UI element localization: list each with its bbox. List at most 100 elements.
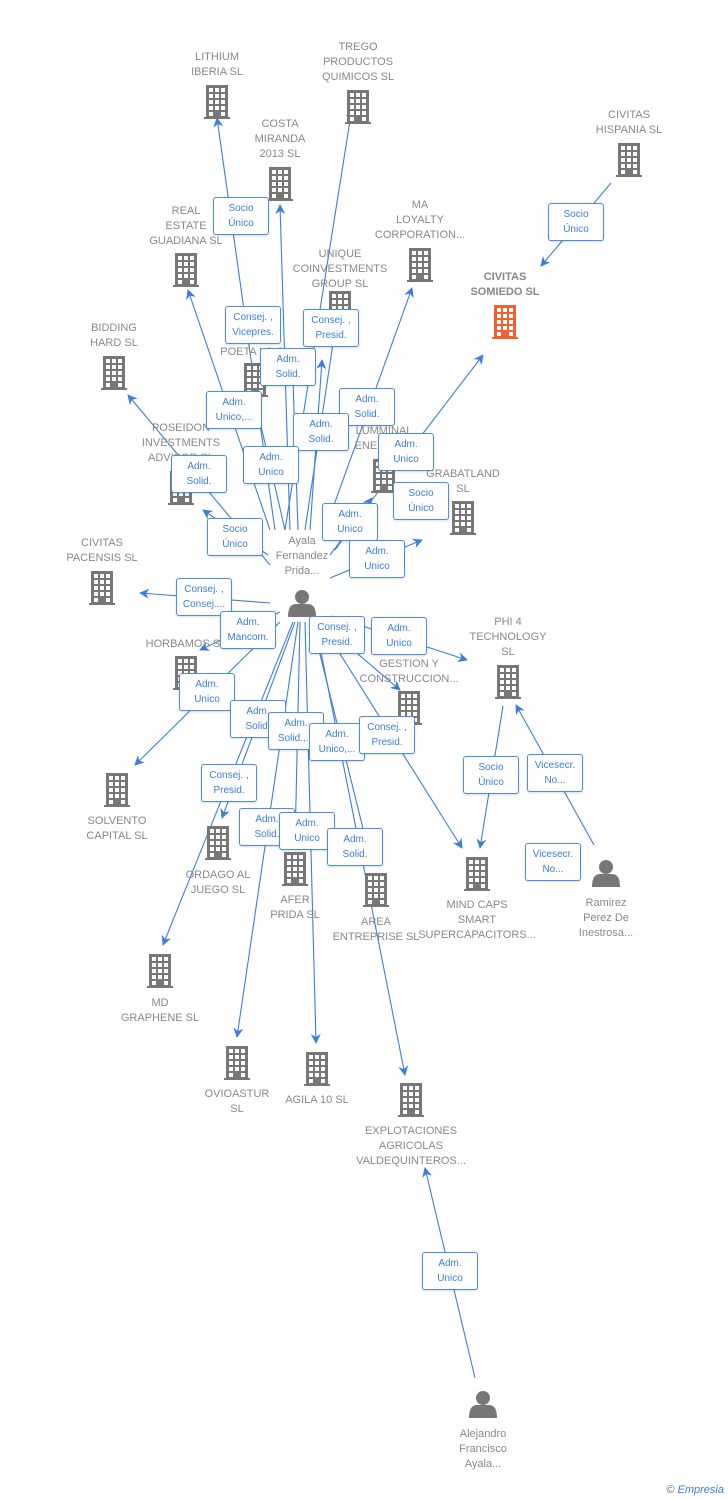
node-area[interactable]: AREA ENTREPRISE SL xyxy=(333,873,420,943)
role-label[interactable]: Vicesecr. No... xyxy=(525,843,581,881)
role-label[interactable]: Adm. Solid. xyxy=(327,828,383,866)
node-phi4[interactable]: PHI 4 TECHNOLOGY SL xyxy=(469,616,547,699)
node-solvento[interactable]: SOLVENTO CAPITAL SL xyxy=(86,773,148,842)
node-label[interactable]: POSEIDON xyxy=(152,422,210,434)
node-mindcaps[interactable]: MIND CAPS SMART SUPERCAPACITORS... xyxy=(418,857,536,941)
empresia-logo[interactable]: © Empresia xyxy=(666,1484,724,1496)
role-label[interactable]: Adm. Unico xyxy=(322,503,378,541)
node-label[interactable]: CIVITAS xyxy=(81,537,123,549)
building-icon[interactable] xyxy=(224,1046,250,1080)
node-label[interactable]: LOYALTY xyxy=(396,214,445,226)
node-label[interactable]: PRIDA SL xyxy=(270,909,320,921)
node-lithium[interactable]: LITHIUM IBERIA SL xyxy=(191,51,243,119)
role-label[interactable]: Consej. , Presid. xyxy=(309,616,365,654)
role-label[interactable]: Consej. , Presid. xyxy=(303,309,359,347)
building-icon[interactable] xyxy=(464,857,490,891)
role-label[interactable]: Consej. , Presid. xyxy=(201,764,257,802)
building-icon[interactable] xyxy=(398,1083,424,1117)
node-label[interactable]: SL xyxy=(501,646,514,658)
node-label[interactable]: PRODUCTOS xyxy=(323,56,393,68)
node-label[interactable]: 2013 SL xyxy=(260,148,301,160)
node-label[interactable]: INVESTMENTS xyxy=(142,437,220,449)
node-label[interactable]: IBERIA SL xyxy=(191,66,243,78)
building-icon[interactable] xyxy=(89,571,115,605)
node-label[interactable]: COINVESTMENTS xyxy=(293,263,388,275)
node-costa[interactable]: COSTA MIRANDA 2013 SL xyxy=(255,118,306,201)
node-label[interactable]: Fernandez xyxy=(276,550,329,562)
node-civitas-somiedo[interactable]: CIVITAS SOMIEDO SL xyxy=(470,271,540,339)
node-label[interactable]: Francisco xyxy=(459,1443,507,1455)
node-label[interactable]: CAPITAL SL xyxy=(86,830,147,842)
role-label[interactable]: Adm. Unico xyxy=(179,673,235,711)
building-icon[interactable] xyxy=(345,90,371,124)
node-alejandro[interactable]: Alejandro Francisco Ayala... xyxy=(459,1391,507,1470)
role-label[interactable]: Adm. Solid. xyxy=(171,455,227,493)
node-agila[interactable]: AGILA 10 SL xyxy=(285,1052,349,1106)
person-icon[interactable] xyxy=(592,860,620,887)
node-ayala[interactable]: Ayala Fernandez Prida... xyxy=(276,535,329,617)
node-md-graphene[interactable]: MD GRAPHENE SL xyxy=(121,954,199,1024)
role-label[interactable]: Adm. Mancom. xyxy=(220,611,276,649)
building-icon[interactable] xyxy=(363,873,389,907)
role-label[interactable]: Adm. Unico,... xyxy=(309,723,365,761)
building-icon[interactable] xyxy=(304,1052,330,1086)
node-label[interactable]: Alejandro xyxy=(460,1428,506,1440)
node-label[interactable]: Inestrosa... xyxy=(579,927,633,939)
node-label[interactable]: GUADIANA SL xyxy=(149,235,222,247)
role-label[interactable]: Socio Único xyxy=(548,203,604,241)
node-label[interactable]: OVIOASTUR xyxy=(205,1088,270,1100)
role-label[interactable]: Socio Único xyxy=(463,756,519,794)
node-label[interactable]: BIDDING xyxy=(91,322,137,334)
node-explotaciones[interactable]: EXPLOTACIONES AGRICOLAS VALDEQUINTEROS... xyxy=(356,1083,466,1167)
role-label[interactable]: Adm. Unico,... xyxy=(206,391,262,429)
role-label[interactable]: Adm. Unico xyxy=(378,433,434,471)
node-label[interactable]: HORBAMOS SL xyxy=(146,638,227,650)
node-label[interactable]: ORDAGO AL xyxy=(186,869,251,881)
node-label[interactable]: MD xyxy=(151,997,168,1009)
role-label[interactable]: Adm. Solid. xyxy=(260,348,316,386)
node-label[interactable]: Ayala... xyxy=(465,1458,502,1470)
node-label[interactable]: GRABATLAND xyxy=(426,468,500,480)
node-label[interactable]: SL xyxy=(230,1103,243,1115)
building-icon[interactable] xyxy=(495,665,521,699)
node-label[interactable]: CIVITAS xyxy=(608,109,650,121)
role-label[interactable]: Adm. Unico xyxy=(422,1252,478,1290)
node-label[interactable]: MIRANDA xyxy=(255,133,306,145)
node-real-estate[interactable]: REAL ESTATE GUADIANA SL xyxy=(149,205,223,287)
node-label[interactable]: VALDEQUINTEROS... xyxy=(356,1155,466,1167)
building-icon[interactable] xyxy=(104,773,130,807)
node-label[interactable]: Ramirez xyxy=(586,897,627,909)
building-icon[interactable] xyxy=(407,248,433,282)
building-icon[interactable] xyxy=(101,356,127,390)
node-label[interactable]: TECHNOLOGY xyxy=(469,631,547,643)
node-civitas-pacensis[interactable]: CIVITAS PACENSIS SL xyxy=(66,537,138,605)
building-icon[interactable] xyxy=(267,167,293,201)
node-gestion[interactable]: ...AGESTION YCONSTRUCCION... xyxy=(360,643,459,725)
node-label[interactable]: PACENSIS SL xyxy=(66,552,137,564)
role-label[interactable]: Socio Único xyxy=(207,518,263,556)
node-label[interactable]: HISPANIA SL xyxy=(596,124,662,136)
node-label[interactable]: Prida... xyxy=(285,565,320,577)
person-icon[interactable] xyxy=(288,590,316,617)
node-label[interactable]: REAL xyxy=(172,205,201,217)
node-label[interactable]: GROUP SL xyxy=(312,278,369,290)
node-label[interactable]: JUEGO SL xyxy=(191,884,245,896)
node-label[interactable]: AGILA 10 SL xyxy=(285,1094,349,1106)
role-label[interactable]: Socio Único xyxy=(393,482,449,520)
building-icon[interactable] xyxy=(147,954,173,988)
role-label[interactable]: Adm. Unico xyxy=(243,446,299,484)
node-label[interactable]: LITHIUM xyxy=(195,51,239,63)
node-label[interactable]: ESTATE xyxy=(165,220,206,232)
building-icon[interactable] xyxy=(282,852,308,886)
node-label[interactable]: ENTREPRISE SL xyxy=(333,931,420,943)
node-ovioastur[interactable]: OVIOASTUR SL xyxy=(205,1046,270,1115)
person-icon[interactable] xyxy=(469,1391,497,1418)
node-label[interactable]: MIND CAPS xyxy=(446,899,507,911)
node-label[interactable]: AREA xyxy=(361,916,392,928)
node-label[interactable]: AFER xyxy=(280,894,309,906)
node-label[interactable]: CIVITAS xyxy=(484,271,527,283)
node-ma-loyalty[interactable]: MA LOYALTY CORPORATION... xyxy=(375,199,465,282)
node-label[interactable]: EXPLOTACIONES xyxy=(365,1125,457,1137)
node-label[interactable]: SOMIEDO SL xyxy=(470,286,539,298)
node-label[interactable]: MA xyxy=(412,199,429,211)
